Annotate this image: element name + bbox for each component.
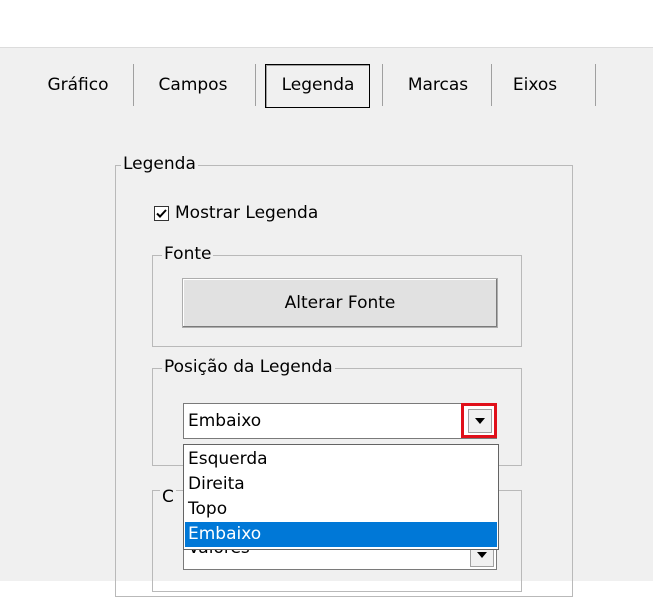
- tab-marcas[interactable]: Marcas: [394, 68, 482, 102]
- tab-divider: [491, 64, 492, 106]
- dropdown-option-embaixo[interactable]: Embaixo: [185, 522, 497, 547]
- legend-position-dropdown[interactable]: Esquerda Direita Topo Embaixo: [183, 444, 499, 550]
- legend-position-value: Embaixo: [188, 411, 262, 431]
- dropdown-option-esquerda[interactable]: Esquerda: [185, 447, 495, 472]
- font-group-title: Fonte: [162, 244, 214, 264]
- arrow-highlight-box: [461, 403, 497, 438]
- partial-group-title: C: [160, 487, 176, 507]
- legend-position-group-title: Posição da Legenda: [162, 357, 335, 377]
- tab-campos[interactable]: Campos: [148, 68, 238, 102]
- tab-eixos[interactable]: Eixos: [500, 68, 570, 102]
- tab-divider: [595, 64, 596, 106]
- dialog-window: Gráfico Campos Legenda Marcas Eixos Lege…: [0, 0, 653, 597]
- dialog-top-area: [0, 0, 653, 47]
- top-separator: [0, 47, 653, 48]
- change-font-button[interactable]: Alterar Fonte: [182, 278, 498, 328]
- tab-divider: [255, 64, 256, 106]
- dropdown-option-direita[interactable]: Direita: [185, 472, 495, 497]
- show-legend-checkbox[interactable]: [154, 206, 169, 221]
- tab-divider: [133, 64, 134, 106]
- tab-legenda[interactable]: Legenda: [268, 68, 368, 102]
- legend-group-title: Legenda: [121, 154, 198, 174]
- show-legend-label[interactable]: Mostrar Legenda: [175, 202, 318, 224]
- checkmark-icon: [156, 209, 167, 218]
- legend-position-combobox[interactable]: Embaixo: [183, 403, 497, 439]
- tab-grafico[interactable]: Gráfico: [40, 68, 116, 102]
- dropdown-option-topo[interactable]: Topo: [185, 497, 495, 522]
- tab-divider: [382, 64, 383, 106]
